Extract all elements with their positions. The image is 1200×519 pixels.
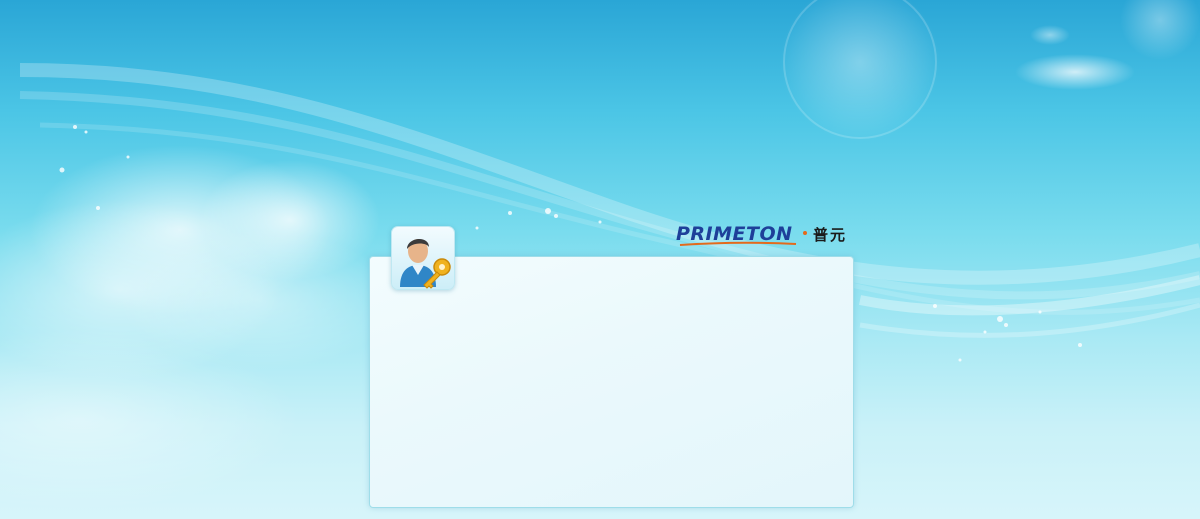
brand-name-cn: 普元	[813, 226, 848, 244]
login-page: PRIMETON 普元	[0, 0, 1200, 519]
brand-swoosh-icon	[679, 241, 797, 246]
user-key-icon	[391, 226, 455, 290]
login-panel	[369, 256, 854, 508]
brand-logo: PRIMETON 普元	[676, 222, 856, 248]
brand-separator-dot	[803, 231, 807, 235]
